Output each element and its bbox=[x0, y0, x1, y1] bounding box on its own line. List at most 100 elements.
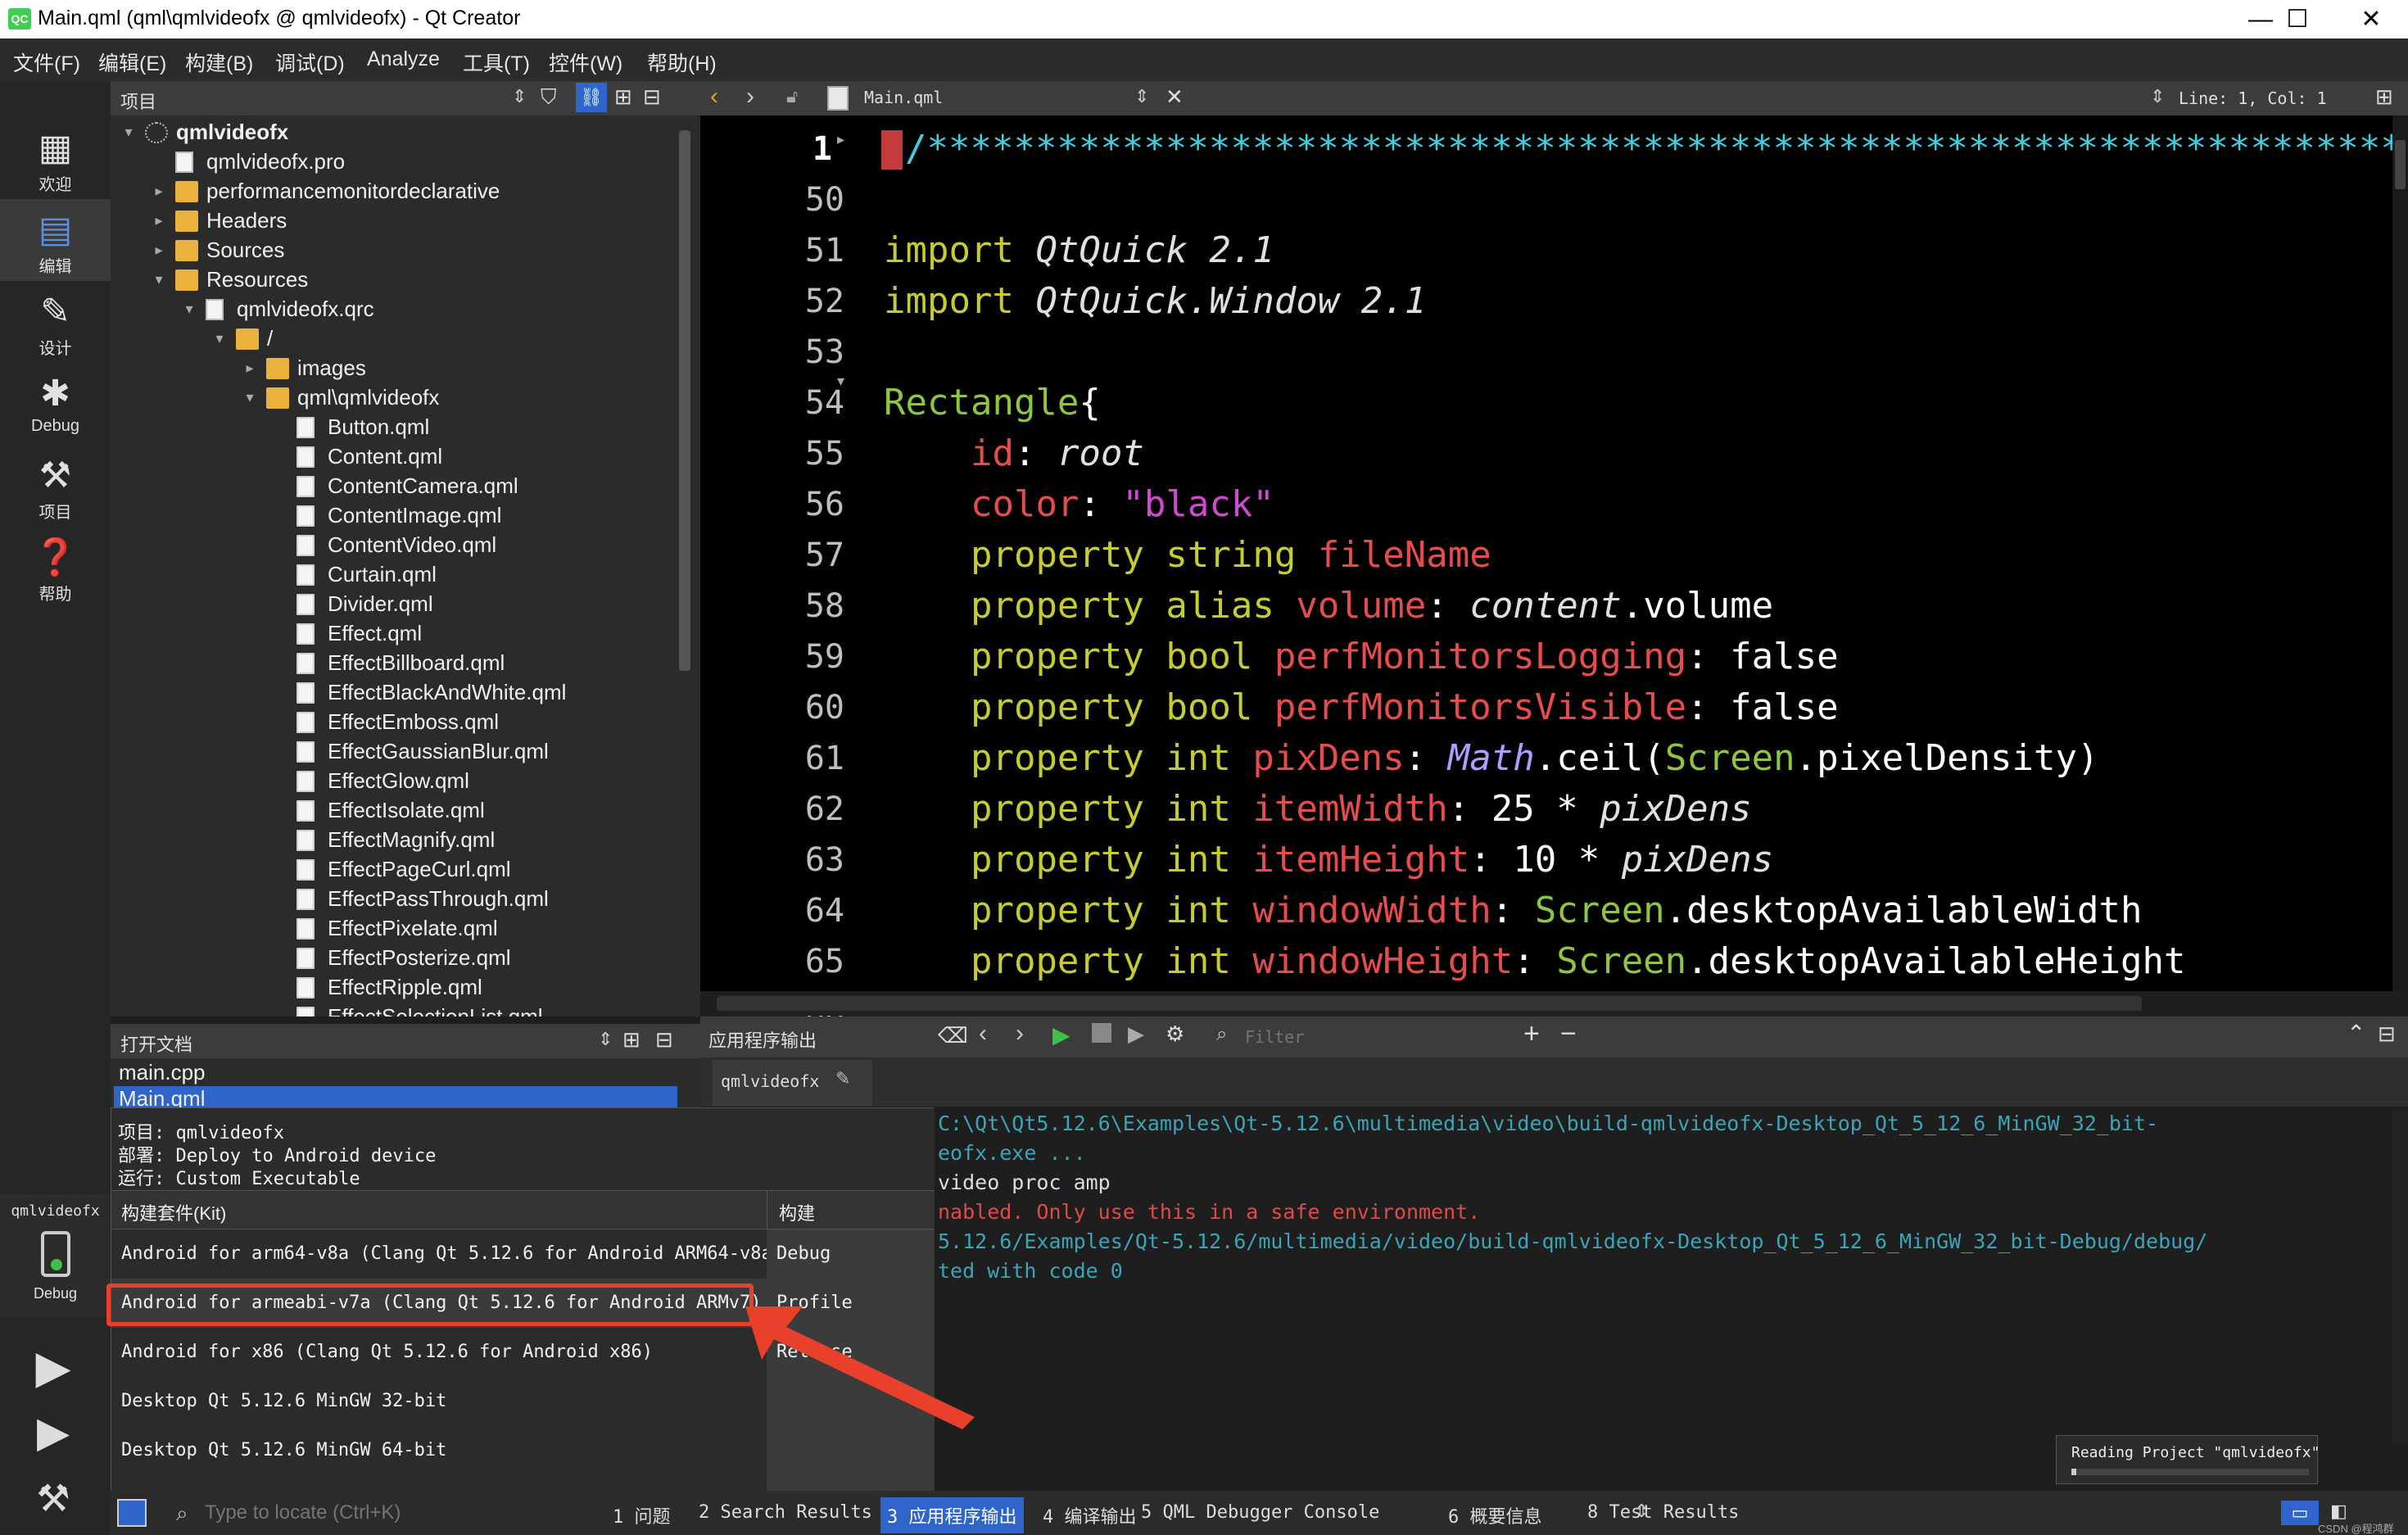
tree-item[interactable]: EffectBlackAndWhite.qml bbox=[111, 677, 676, 707]
mode-debug[interactable]: ✱ Debug bbox=[0, 363, 111, 445]
progress-details-icon[interactable]: ▭ bbox=[2281, 1501, 2319, 1525]
stop-icon[interactable] bbox=[1092, 1023, 1111, 1043]
tree-item[interactable]: Effect.qml bbox=[111, 618, 676, 648]
tree-item[interactable]: EffectBillboard.qml bbox=[111, 648, 676, 677]
editor-vertical-scrollbar[interactable] bbox=[2392, 115, 2408, 991]
kit-item[interactable]: Desktop Qt 5.12.6 MinGW 64-bit bbox=[111, 1426, 767, 1475]
back-icon[interactable]: ‹ bbox=[710, 83, 718, 111]
code-editor[interactable]: /***************************************… bbox=[877, 115, 2392, 991]
sort-dropdown-icon[interactable]: ⇕ bbox=[512, 86, 527, 107]
close-button[interactable]: ✕ bbox=[2334, 0, 2408, 38]
maximize-pane-icon[interactable]: ⌃ bbox=[2347, 1020, 2365, 1047]
close-file-icon[interactable]: ✕ bbox=[1166, 84, 1184, 110]
output-tab-qmlvideofx[interactable]: qmlvideofx ✎ bbox=[713, 1060, 872, 1106]
expanded-arrow-icon[interactable]: ▾ bbox=[179, 294, 199, 324]
close-tab-icon[interactable]: ✎ bbox=[835, 1068, 850, 1089]
output-pane-tab[interactable]: 5 QML Debugger Console bbox=[1134, 1502, 1386, 1523]
attach-debugger-icon[interactable]: ▶ bbox=[1128, 1021, 1144, 1047]
output-pane-tab[interactable]: 3 应用程序输出 bbox=[880, 1497, 1024, 1533]
tree-item[interactable]: ContentImage.qml bbox=[111, 500, 676, 530]
maximize-button[interactable]: ☐ bbox=[2261, 0, 2334, 38]
tree-item[interactable]: ▾ Resources bbox=[111, 265, 676, 294]
output-pane-tab[interactable]: 4 编译输出 bbox=[1036, 1502, 1143, 1528]
output-pane-tab[interactable]: 2 Search Results bbox=[692, 1502, 879, 1523]
rerun-icon[interactable]: ▶ bbox=[1052, 1021, 1070, 1048]
zoom-out-icon[interactable]: − bbox=[1560, 1018, 1577, 1050]
tree-item[interactable]: EffectPageCurl.qml bbox=[111, 854, 676, 884]
tree-item[interactable]: EffectPixelate.qml bbox=[111, 913, 676, 943]
tree-item[interactable]: ▾ / bbox=[111, 324, 676, 353]
mode-design[interactable]: ✎ 设计 bbox=[0, 281, 111, 363]
tree-item[interactable]: ▾ qml\qmlvideofx bbox=[111, 383, 676, 412]
menu-analyze[interactable]: Analyze bbox=[367, 48, 440, 71]
tree-item[interactable]: ▸ Sources bbox=[111, 235, 676, 265]
menu-build[interactable]: 构建(B) bbox=[185, 48, 253, 77]
kit-item[interactable]: Android for arm64-v8a (Clang Qt 5.12.6 f… bbox=[111, 1229, 783, 1279]
settings-gear-icon[interactable]: ⚙ bbox=[1166, 1021, 1184, 1047]
open-doc-item[interactable]: main.cpp bbox=[115, 1060, 681, 1084]
fold-marker-icon[interactable]: ▾ bbox=[837, 373, 844, 390]
tree-item[interactable]: Curtain.qml bbox=[111, 559, 676, 589]
tree-item[interactable]: Divider.qml bbox=[111, 589, 676, 618]
lock-icon[interactable]: 🔓︎ bbox=[786, 86, 798, 107]
tree-item[interactable]: EffectIsolate.qml bbox=[111, 795, 676, 825]
build-hammer-icon[interactable]: ⚒ bbox=[25, 1474, 82, 1523]
expanded-arrow-icon[interactable]: ▾ bbox=[210, 324, 229, 353]
tree-item[interactable]: EffectGaussianBlur.qml bbox=[111, 736, 676, 766]
editor-horizontal-scrollbar[interactable] bbox=[700, 991, 2408, 1016]
more-panes-icon[interactable]: ⇕ bbox=[1634, 1501, 1649, 1522]
menu-controls[interactable]: 控件(W) bbox=[549, 48, 622, 77]
expanded-arrow-icon[interactable]: ▾ bbox=[240, 383, 260, 412]
toggle-sidebar-icon[interactable] bbox=[117, 1499, 147, 1527]
output-pane-tab[interactable]: 1 问题 bbox=[606, 1502, 677, 1528]
sort-dropdown-icon[interactable]: ⇕ bbox=[598, 1029, 613, 1050]
tree-item[interactable]: EffectPosterize.qml bbox=[111, 943, 676, 972]
menu-help[interactable]: 帮助(H) bbox=[647, 48, 717, 77]
application-output-text[interactable]: C:\Qt\Qt5.12.6\Examples\Qt-5.12.6\multim… bbox=[930, 1110, 2408, 1446]
tree-item[interactable]: qmlvideofx.pro bbox=[111, 147, 676, 176]
output-scrollbar[interactable] bbox=[2392, 1110, 2408, 1446]
split-icon[interactable]: ⊞ bbox=[622, 1027, 640, 1053]
close-pane-icon[interactable]: ⊟ bbox=[2378, 1021, 2396, 1047]
output-pane-tab[interactable]: 8 Test Results bbox=[1581, 1502, 1745, 1523]
collapsed-arrow-icon[interactable]: ▸ bbox=[149, 176, 169, 206]
forward-icon[interactable]: › bbox=[746, 83, 754, 111]
next-item-icon[interactable]: › bbox=[1016, 1020, 1024, 1048]
symbol-dropdown-icon[interactable]: ⇕ bbox=[2150, 86, 2165, 107]
link-editor-icon[interactable]: ⛓ bbox=[576, 83, 607, 112]
tree-item[interactable]: ▾ qmlvideofx.qrc bbox=[111, 294, 676, 324]
mode-help[interactable]: ❓ 帮助 bbox=[0, 527, 111, 609]
collapsed-arrow-icon[interactable]: ▸ bbox=[149, 235, 169, 265]
file-dropdown-icon[interactable]: ⇕ bbox=[1134, 86, 1149, 107]
tree-item[interactable]: EffectSelectionList.qml bbox=[111, 1002, 676, 1017]
tree-item[interactable]: ▸ performancemonitordeclarative bbox=[111, 176, 676, 206]
fold-marker-icon[interactable]: ▸ bbox=[837, 131, 844, 148]
output-pane-tab[interactable]: 6 概要信息 bbox=[1442, 1502, 1549, 1528]
tree-item[interactable]: ▸ Headers bbox=[111, 206, 676, 235]
close-panel-icon[interactable]: ⊟ bbox=[655, 1027, 673, 1053]
prev-item-icon[interactable]: ‹ bbox=[979, 1020, 987, 1048]
mode-edit[interactable]: ▤ 编辑 bbox=[0, 199, 111, 281]
menu-edit[interactable]: 编辑(E) bbox=[98, 48, 166, 77]
tree-item[interactable]: ▾ qmlvideofx bbox=[111, 117, 676, 147]
tree-item[interactable]: EffectGlow.qml bbox=[111, 766, 676, 795]
run-button[interactable]: ▶ bbox=[25, 1338, 82, 1396]
mode-projects[interactable]: ⚒ 项目 bbox=[0, 445, 111, 527]
collapsed-arrow-icon[interactable]: ▸ bbox=[149, 206, 169, 235]
close-panel-icon[interactable]: ⊟ bbox=[643, 84, 661, 110]
output-filter-input[interactable] bbox=[1245, 1023, 1515, 1051]
clear-output-icon[interactable]: ⌫ bbox=[938, 1023, 968, 1048]
expanded-arrow-icon[interactable]: ▾ bbox=[119, 117, 138, 147]
tree-item[interactable]: Content.qml bbox=[111, 441, 676, 471]
tree-item[interactable]: EffectRipple.qml bbox=[111, 972, 676, 1002]
split-editor-icon[interactable]: ⊞ bbox=[2375, 84, 2393, 110]
toggle-right-sidebar-icon[interactable]: ◧ bbox=[2330, 1501, 2347, 1522]
kit-selector[interactable]: qmlvideofx Debug bbox=[0, 1194, 111, 1317]
menu-debug[interactable]: 调试(D) bbox=[275, 48, 345, 77]
split-icon[interactable]: ⊞ bbox=[614, 84, 632, 110]
filter-icon[interactable]: ⛉ bbox=[541, 84, 557, 111]
tree-item[interactable]: EffectPassThrough.qml bbox=[111, 884, 676, 913]
menu-file[interactable]: 文件(F) bbox=[13, 48, 80, 77]
tree-item[interactable]: Button.qml bbox=[111, 412, 676, 441]
mode-welcome[interactable]: ▦ 欢迎 bbox=[0, 117, 111, 199]
